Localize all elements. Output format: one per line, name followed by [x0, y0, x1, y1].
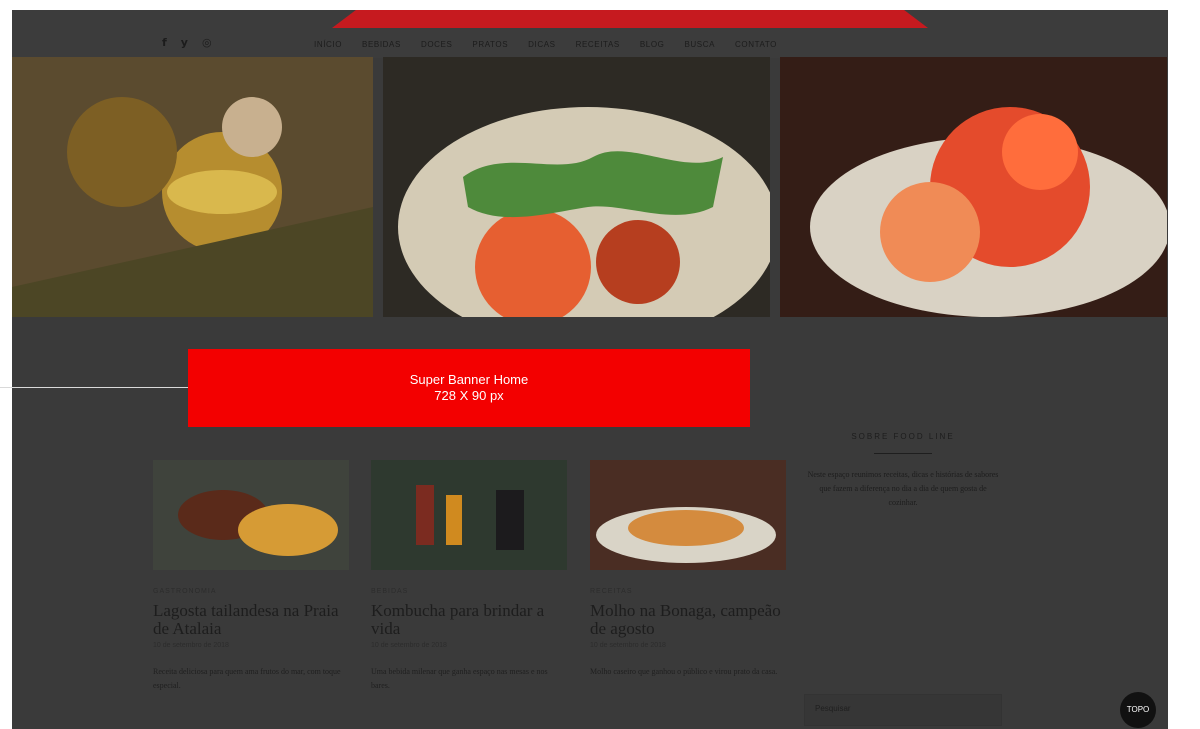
- nav-item-pratos[interactable]: Pratos: [472, 40, 508, 49]
- post-title[interactable]: Lagosta tailandesa na Praia de Atalaia: [153, 602, 349, 638]
- plate-image: [383, 57, 770, 317]
- hero-image-dish[interactable]: [780, 57, 1167, 317]
- post-card[interactable]: Receitas Molho na Bonaga, campeão de ago…: [590, 460, 786, 679]
- social-links: f y ◎: [162, 36, 212, 49]
- post-thumbnail[interactable]: [590, 460, 786, 570]
- page-top-border: [0, 0, 1200, 10]
- post-card[interactable]: Bebidas Kombucha para brindar a vida 10 …: [371, 460, 567, 693]
- post-title[interactable]: Kombucha para brindar a vida: [371, 602, 567, 638]
- post-excerpt: Uma bebida milenar que ganha espaço nas …: [371, 667, 548, 690]
- post-card[interactable]: Gastronomia Lagosta tailandesa na Praia …: [153, 460, 349, 693]
- nav-item-doces[interactable]: Doces: [421, 40, 452, 49]
- header-bar: f y ◎ Início Bebidas Doces Pratos Dicas …: [12, 10, 1168, 58]
- banner-size: 728 X 90 px: [434, 388, 504, 403]
- super-banner-placeholder[interactable]: Super Banner Home 728 X 90 px: [188, 349, 750, 427]
- post-date: 10 de setembro de 2018: [371, 642, 447, 649]
- salad-image: [12, 57, 373, 317]
- nav-item-bebidas[interactable]: Bebidas: [362, 40, 401, 49]
- back-to-top-button[interactable]: TOPO: [1120, 692, 1156, 728]
- sidebar-divider: [874, 453, 932, 454]
- hero-image-plate[interactable]: [383, 57, 770, 317]
- nav-item-receitas[interactable]: Receitas: [576, 40, 620, 49]
- kombucha-image: [371, 460, 567, 570]
- nav-item-busca[interactable]: Busca: [684, 40, 715, 49]
- post-date: 10 de setembro de 2018: [153, 642, 229, 649]
- post-category[interactable]: Receitas: [590, 588, 786, 595]
- post-excerpt: Molho caseiro que ganhou o público e vir…: [590, 667, 778, 676]
- post-title[interactable]: Molho na Bonaga, campeão de agosto: [590, 602, 786, 638]
- search-input[interactable]: Pesquisar: [804, 694, 1002, 726]
- page-right-border: [1168, 0, 1200, 729]
- post-date: 10 de setembro de 2018: [590, 642, 666, 649]
- page-left-border: [0, 0, 12, 729]
- header-accent-tab: [332, 10, 928, 28]
- facebook-icon[interactable]: f: [162, 36, 167, 49]
- post-thumbnail[interactable]: [153, 460, 349, 570]
- banner-title: Super Banner Home: [409, 372, 529, 387]
- sidebar-text: Neste espaço reunimos receitas, dicas e …: [807, 470, 999, 507]
- nav-item-inicio[interactable]: Início: [314, 40, 342, 49]
- lobster-image: [153, 460, 349, 570]
- nav-item-blog[interactable]: Blog: [640, 40, 665, 49]
- sidebar-title: Sobre Food Line: [851, 432, 955, 441]
- instagram-icon[interactable]: ◎: [202, 36, 212, 49]
- main-nav: Início Bebidas Doces Pratos Dicas Receit…: [314, 40, 777, 49]
- nav-item-dicas[interactable]: Dicas: [528, 40, 555, 49]
- hero-image-salad[interactable]: [12, 57, 373, 317]
- nav-item-contato[interactable]: Contato: [735, 40, 777, 49]
- sauce-image: [590, 460, 786, 570]
- post-category[interactable]: Gastronomia: [153, 588, 349, 595]
- post-excerpt: Receita deliciosa para quem ama frutos d…: [153, 667, 341, 690]
- twitter-icon[interactable]: y: [181, 36, 188, 49]
- banner-leader-line: [0, 387, 200, 388]
- post-category[interactable]: Bebidas: [371, 588, 567, 595]
- post-thumbnail[interactable]: [371, 460, 567, 570]
- dish-image: [780, 57, 1167, 317]
- sidebar-about: Sobre Food Line Neste espaço reunimos re…: [804, 432, 1002, 510]
